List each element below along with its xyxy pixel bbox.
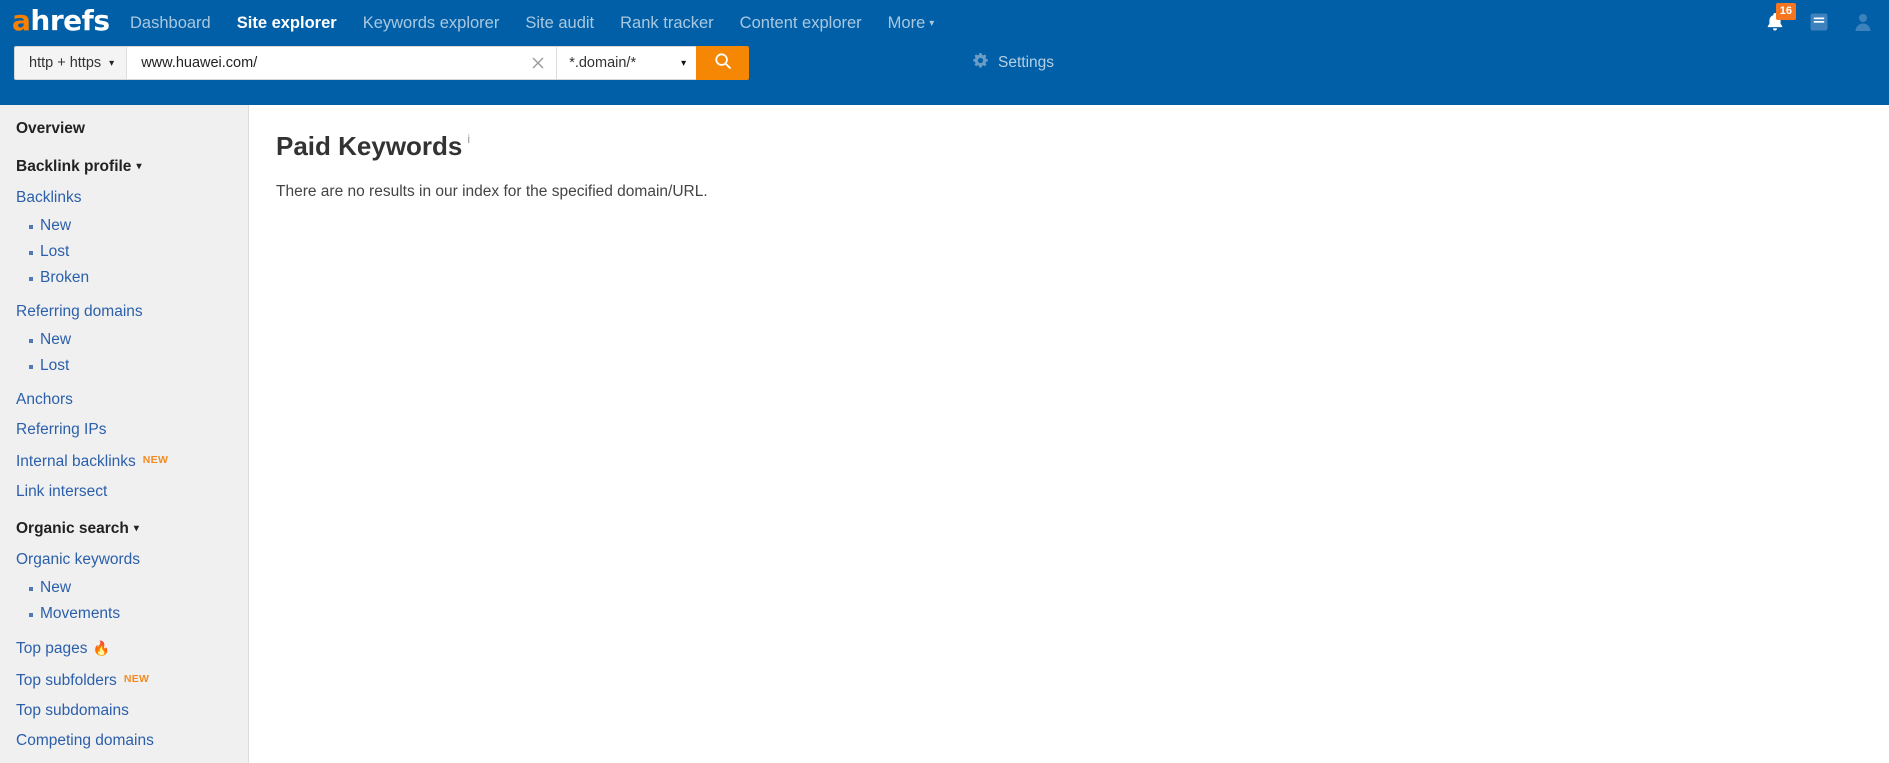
logo-text: hrefs xyxy=(30,4,110,37)
nav-item-site-explorer[interactable]: Site explorer xyxy=(237,11,337,35)
new-badge: NEW xyxy=(123,673,150,685)
nav-label: Content explorer xyxy=(739,14,862,32)
sidebar-item-competing-pages[interactable]: Competing pages xyxy=(0,756,248,763)
sidebar-label: Lost xyxy=(40,357,70,374)
chevron-down-icon: ▾ xyxy=(136,161,142,172)
sidebar-label: New xyxy=(40,217,72,234)
settings-label: Settings xyxy=(998,54,1055,71)
sidebar-section-backlink-profile[interactable]: Backlink profile ▾ xyxy=(0,151,248,183)
sidebar-label: Overview xyxy=(16,120,85,137)
search-mode-value: *.domain/* xyxy=(569,55,637,71)
sidebar-label: Backlink profile xyxy=(16,158,132,175)
sidebar-item-backlinks[interactable]: Backlinks xyxy=(0,183,248,213)
sidebar-item-referring-domains-lost[interactable]: Lost xyxy=(0,353,248,379)
sidebar-item-top-subfolders[interactable]: Top subfolders NEW xyxy=(0,664,248,696)
message-icon[interactable] xyxy=(1807,10,1831,34)
sidebar-label: Organic keywords xyxy=(16,551,141,568)
gear-icon xyxy=(972,52,989,74)
sidebar-label: Top subfolders xyxy=(16,672,117,689)
settings-link[interactable]: Settings xyxy=(972,46,1054,80)
sidebar-item-organic-keywords-movements[interactable]: Movements xyxy=(0,601,248,627)
main-nav-menu: Dashboard Site explorer Keywords explore… xyxy=(130,11,934,35)
top-right-icons: 16 xyxy=(1763,3,1875,36)
sidebar-item-competing-domains[interactable]: Competing domains xyxy=(0,726,248,756)
clear-icon[interactable] xyxy=(530,55,546,71)
sidebar-item-organic-keywords[interactable]: Organic keywords xyxy=(0,545,248,575)
sidebar-label: New xyxy=(40,579,72,596)
sidebar-item-internal-backlinks[interactable]: Internal backlinks NEW xyxy=(0,445,248,477)
sidebar-item-anchors[interactable]: Anchors xyxy=(0,385,248,415)
nav-item-content-explorer[interactable]: Content explorer xyxy=(740,11,862,35)
sidebar-item-backlinks-broken[interactable]: Broken xyxy=(0,265,248,291)
nav-label: Site explorer xyxy=(236,14,337,32)
sidebar-section-organic-search[interactable]: Organic search ▾ xyxy=(0,513,248,545)
search-button[interactable] xyxy=(696,46,750,80)
main-content-area: Paid Keywords i There are no results in o… xyxy=(250,105,1889,763)
sidebar-item-backlinks-new[interactable]: New xyxy=(0,213,248,239)
chevron-down-icon: ▾ xyxy=(109,57,115,69)
search-mode-dropdown[interactable]: *.domain/* ▾ xyxy=(556,46,697,80)
sidebar-label: Organic search xyxy=(16,520,129,537)
left-sidebar: Overview Backlink profile ▾ Backlinks New… xyxy=(0,105,249,763)
sidebar-label: Referring domains xyxy=(16,303,143,320)
new-badge: NEW xyxy=(142,454,169,466)
fire-icon: 🔥 xyxy=(92,640,110,656)
sidebar-item-organic-keywords-new[interactable]: New xyxy=(0,575,248,601)
nav-item-site-audit[interactable]: Site audit xyxy=(525,11,594,35)
bell-icon[interactable]: 16 xyxy=(1763,3,1796,34)
notification-count-badge: 16 xyxy=(1775,3,1796,20)
sidebar-label: Backlinks xyxy=(16,189,82,206)
info-icon[interactable]: i xyxy=(467,132,470,146)
nav-label: Keywords explorer xyxy=(362,14,500,32)
chevron-down-icon: ▾ xyxy=(681,57,687,69)
sidebar-label: Referring IPs xyxy=(16,421,107,438)
nav-label: Site audit xyxy=(525,14,595,32)
user-avatar-icon[interactable] xyxy=(1851,10,1875,34)
sidebar-item-referring-ips[interactable]: Referring IPs xyxy=(0,415,248,445)
sidebar-item-backlinks-lost[interactable]: Lost xyxy=(0,239,248,265)
nav-item-rank-tracker[interactable]: Rank tracker xyxy=(620,11,714,35)
search-icon xyxy=(713,51,733,76)
nav-item-dashboard[interactable]: Dashboard xyxy=(130,11,211,35)
sidebar-item-referring-domains-new[interactable]: New xyxy=(0,327,248,353)
top-navigation-bar: ahrefs Dashboard Site explorer Keywords … xyxy=(0,0,1889,105)
sidebar-item-overview[interactable]: Overview xyxy=(0,113,248,145)
sidebar-label: New xyxy=(40,331,72,348)
sidebar-label: Competing domains xyxy=(16,732,154,749)
sidebar-item-top-subdomains[interactable]: Top subdomains xyxy=(0,696,248,726)
sidebar-label: Movements xyxy=(40,605,121,622)
nav-item-more[interactable]: More ▾ xyxy=(888,11,935,36)
sidebar-label: Top subdomains xyxy=(16,702,129,719)
page-title: Paid Keywords xyxy=(276,131,463,161)
protocol-value: http + https xyxy=(29,55,102,71)
nav-label: Rank tracker xyxy=(620,14,714,32)
chevron-down-icon: ▾ xyxy=(929,17,935,29)
url-input-wrapper xyxy=(126,46,557,80)
empty-state-message: There are no results in our index for th… xyxy=(276,183,708,200)
sidebar-item-top-pages[interactable]: Top pages 🔥 xyxy=(0,633,248,664)
site-explorer-search-bar: http + https ▾ *.domain/* ▾ xyxy=(14,46,750,80)
sidebar-item-referring-domains[interactable]: Referring domains xyxy=(0,297,248,327)
chevron-down-icon: ▾ xyxy=(133,523,139,534)
sidebar-label: Broken xyxy=(40,269,90,286)
nav-label: More xyxy=(887,13,926,32)
nav-item-keywords-explorer[interactable]: Keywords explorer xyxy=(363,11,500,35)
logo-letter-a: a xyxy=(12,4,31,37)
nav-label: Dashboard xyxy=(130,14,211,32)
sidebar-label: Link intersect xyxy=(16,483,108,500)
sidebar-label: Lost xyxy=(40,243,70,260)
ahrefs-logo[interactable]: ahrefs xyxy=(12,6,110,36)
sidebar-label: Internal backlinks xyxy=(16,453,136,470)
search-input[interactable] xyxy=(139,54,547,72)
sidebar-label: Top pages xyxy=(16,640,88,657)
protocol-dropdown[interactable]: http + https ▾ xyxy=(14,46,127,80)
sidebar-item-link-intersect[interactable]: Link intersect xyxy=(0,477,248,507)
sidebar-label: Anchors xyxy=(16,391,73,408)
